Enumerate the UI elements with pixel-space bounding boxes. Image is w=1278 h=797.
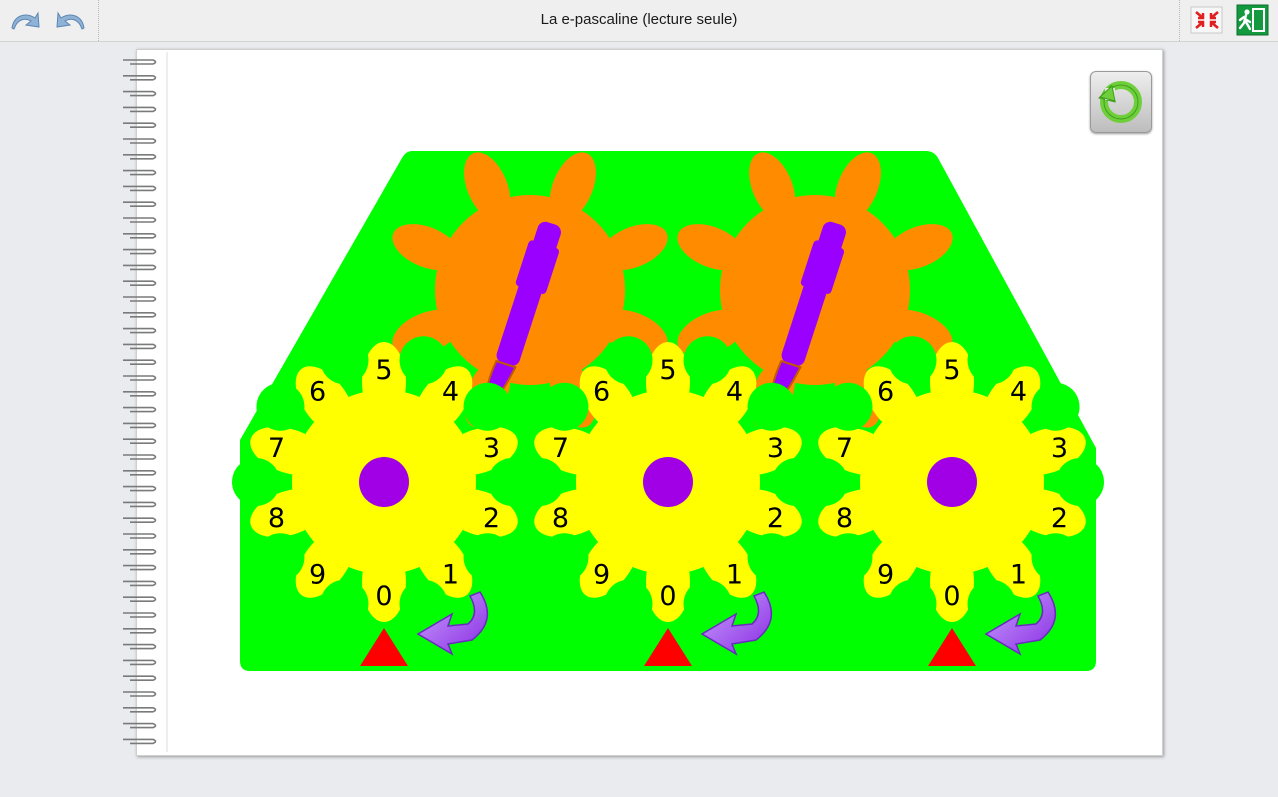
wheel-digit: 1 (442, 559, 459, 590)
wheel-digit: 5 (659, 355, 676, 386)
wheel-gap (399, 336, 448, 385)
wheel-digit: 8 (552, 503, 569, 534)
wheel-gap (463, 382, 512, 431)
wheel-hub (927, 457, 977, 507)
wheel-digit: 3 (483, 433, 500, 464)
wheel-digit: 1 (726, 559, 743, 590)
wheel-digit: 7 (552, 433, 569, 464)
wheel-gap (824, 533, 873, 582)
wheel-gap (967, 336, 1016, 385)
wheel-digit: 6 (877, 377, 894, 408)
wheel-gap (888, 579, 937, 628)
wheel-gap (540, 533, 589, 582)
wheel-gap (232, 458, 280, 506)
wheel-digit: 9 (593, 559, 610, 590)
wheel-gap (683, 336, 732, 385)
wheel-gap (888, 336, 937, 385)
wheel-gap (824, 382, 873, 431)
wheel-digit: 6 (309, 377, 326, 408)
wheel-digit: 2 (483, 503, 500, 534)
circular-arrow-icon (1098, 81, 1142, 123)
wheel-gap (1031, 382, 1080, 431)
wheel-digit: 0 (375, 581, 392, 612)
pascaline-machine: 012345678901234567890123456789 (232, 151, 1104, 671)
wheel-digit: 2 (1051, 503, 1068, 534)
wheel-hub (359, 457, 409, 507)
wheel-gap (1056, 458, 1104, 506)
wheel-digit: 1 (1010, 559, 1027, 590)
wheel-gap (320, 579, 369, 628)
wheel-gap (800, 458, 848, 506)
wheel-gap (320, 336, 369, 385)
wheel-digit: 0 (943, 581, 960, 612)
wheel-gap (463, 533, 512, 582)
wheel-gap (747, 533, 796, 582)
wheel-hub (643, 457, 693, 507)
wheel-gap (1031, 533, 1080, 582)
wheel-gap (516, 458, 564, 506)
wheel-digit: 2 (767, 503, 784, 534)
wheel-gap (604, 579, 653, 628)
wheel-digit: 7 (836, 433, 853, 464)
wheel-digit: 8 (836, 503, 853, 534)
wheel-gap (256, 533, 305, 582)
wheel-digit: 7 (268, 433, 285, 464)
wheel-digit: 3 (1051, 433, 1068, 464)
wheel-digit: 8 (268, 503, 285, 534)
wheel-digit: 9 (309, 559, 326, 590)
wheel-digit: 4 (1010, 377, 1027, 408)
wheel-digit: 6 (593, 377, 610, 408)
wheel-digit: 5 (375, 355, 392, 386)
wheel-digit: 4 (726, 377, 743, 408)
wheel-gap (604, 336, 653, 385)
wheel-gap (747, 382, 796, 431)
wheel-gap (540, 382, 589, 431)
wheel-digit: 3 (767, 433, 784, 464)
wheel-digit: 5 (943, 355, 960, 386)
wheel-digit: 4 (442, 377, 459, 408)
wheel-digit: 0 (659, 581, 676, 612)
wheel-gap (256, 382, 305, 431)
wheel-digit: 9 (877, 559, 894, 590)
reset-button[interactable] (1090, 71, 1152, 133)
